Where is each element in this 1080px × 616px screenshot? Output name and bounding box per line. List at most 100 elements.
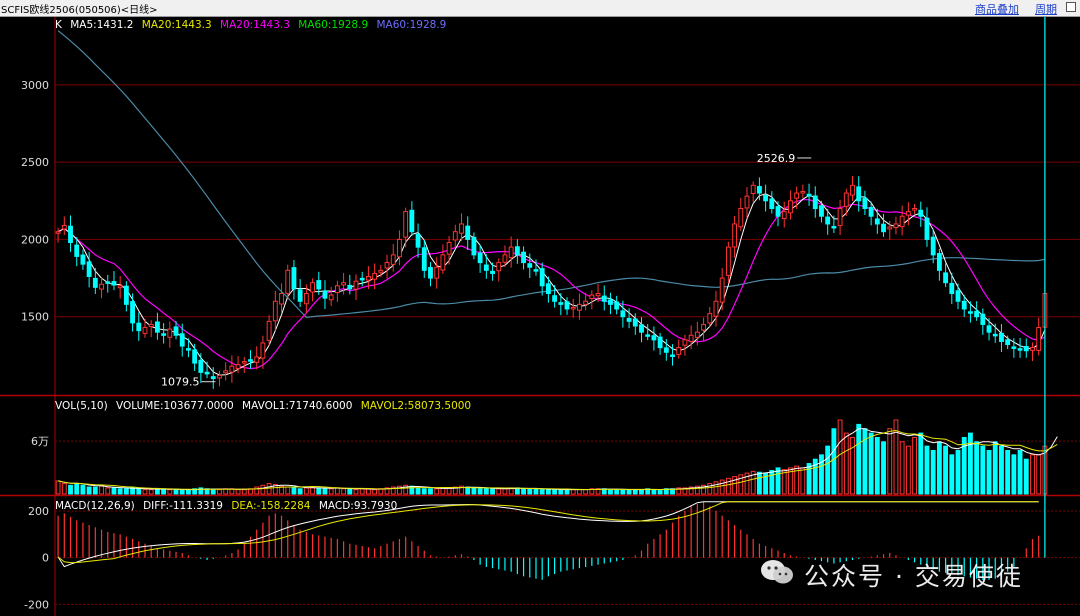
volume-bar xyxy=(105,487,111,495)
macd-legend: MACD(12,26,9) DIFF:-111.3319 DEA:-158.22… xyxy=(55,500,402,512)
candle xyxy=(223,362,229,381)
volume-bar xyxy=(173,489,179,495)
volume-bar xyxy=(68,484,73,495)
candle xyxy=(279,283,284,314)
volume-bar xyxy=(142,489,148,495)
volume-bar xyxy=(912,436,917,495)
candle xyxy=(881,213,886,237)
volume-bar xyxy=(620,489,626,495)
diff-value: DIFF:-111.3319 xyxy=(143,500,223,512)
volume-bar xyxy=(471,487,477,495)
chart-title: SCFIS欧线2506(050506)<日线> xyxy=(1,5,158,16)
volume-bar xyxy=(552,489,558,495)
candle xyxy=(217,370,222,387)
candle xyxy=(701,317,706,341)
candle xyxy=(521,246,526,270)
candle xyxy=(80,249,86,270)
grid-lines xyxy=(0,17,1080,616)
candle xyxy=(99,277,104,299)
candle xyxy=(105,274,111,293)
candle xyxy=(539,262,545,296)
candle xyxy=(918,201,924,227)
candle xyxy=(440,244,446,274)
candle xyxy=(732,216,738,258)
ma60-label-a: MA60:1928.9 xyxy=(298,19,369,31)
vol-tick-label: 6万 xyxy=(31,435,49,448)
candle xyxy=(248,350,253,369)
candle xyxy=(514,239,520,264)
volume-bar xyxy=(564,489,570,495)
volume-bar xyxy=(881,441,886,495)
volume-bar xyxy=(99,485,104,495)
candlesticks xyxy=(55,175,1048,389)
candle xyxy=(397,230,402,266)
volume-bar xyxy=(80,484,86,495)
candle xyxy=(148,320,154,338)
volume-bar xyxy=(341,488,347,495)
commodity-overlay-button[interactable]: 商品叠加 xyxy=(975,1,1019,17)
volume-bar xyxy=(123,488,129,495)
candle xyxy=(204,361,210,379)
volume-bar xyxy=(632,489,638,495)
volume-bar xyxy=(167,489,173,495)
volume-bar xyxy=(297,488,303,495)
volume-bar xyxy=(539,489,545,495)
annotation-label: 2526.9 xyxy=(757,152,796,165)
candle xyxy=(1030,342,1035,362)
volume-bar xyxy=(756,471,762,495)
macd-value: MACD:93.7930 xyxy=(318,500,398,512)
price-legend: K MA5:1431.2 MA20:1443.3 MA20:1443.3 MA6… xyxy=(55,19,451,31)
candle xyxy=(570,298,576,318)
volume-bar xyxy=(136,488,142,495)
volume-bar xyxy=(372,489,378,495)
volume-bar xyxy=(577,489,582,495)
candle xyxy=(434,257,440,289)
candle xyxy=(943,263,949,287)
candle xyxy=(477,244,483,273)
volume-bar xyxy=(725,477,731,495)
candle xyxy=(781,201,787,228)
volume-bar xyxy=(936,441,942,495)
volume-bar xyxy=(874,436,880,495)
k-label: K xyxy=(55,19,62,31)
candle xyxy=(924,207,930,247)
volume-bar xyxy=(1023,458,1029,495)
volume-bar xyxy=(992,441,998,495)
volume-value: VOLUME:103677.0000 xyxy=(116,400,234,412)
candle xyxy=(179,323,185,357)
volume-bar xyxy=(434,488,440,495)
candle xyxy=(508,236,514,268)
volume-bar xyxy=(266,483,272,495)
candle xyxy=(198,353,204,383)
volume-bar xyxy=(92,486,98,495)
candle xyxy=(577,293,582,320)
candle xyxy=(552,285,558,308)
candle xyxy=(850,175,855,201)
window-toggle-icon[interactable] xyxy=(1066,2,1076,12)
volume-bar xyxy=(980,445,986,495)
candle xyxy=(651,326,657,351)
candle xyxy=(905,202,911,226)
candle xyxy=(61,216,67,236)
ma5-path xyxy=(57,193,1046,376)
period-button[interactable]: 周期 xyxy=(1035,1,1057,17)
volume-bar xyxy=(713,481,719,495)
volume-bar xyxy=(334,487,340,495)
candle xyxy=(856,176,862,212)
volume-bar xyxy=(260,484,266,495)
candle xyxy=(589,290,595,310)
candle xyxy=(415,223,421,258)
volume-bar xyxy=(899,441,905,495)
volume-bar xyxy=(918,432,924,495)
volume-bar xyxy=(949,454,955,495)
candle xyxy=(614,295,620,315)
candle xyxy=(229,355,235,383)
volume-bar xyxy=(347,488,353,495)
volume-bar xyxy=(825,445,831,495)
candle xyxy=(334,280,340,302)
volume-bar xyxy=(365,488,371,495)
annotation-2526.9: 2526.9 xyxy=(757,152,812,165)
candle xyxy=(403,207,409,248)
volume-bar xyxy=(775,467,781,495)
kline-chart[interactable]: 1500 2000 2500 3000 6万 -200 0 200 2526.9 1079.5 xyxy=(0,17,1080,616)
